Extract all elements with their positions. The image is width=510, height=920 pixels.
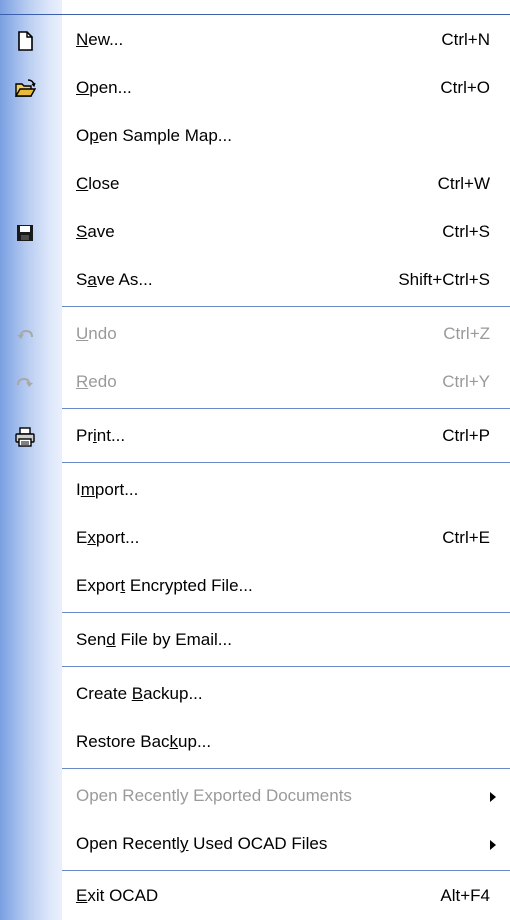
menu-separator bbox=[62, 612, 510, 613]
redo-arrow-icon bbox=[17, 377, 33, 387]
menu-separator bbox=[62, 462, 510, 463]
menu-item-restore-backup[interactable]: Restore Backup... bbox=[0, 718, 510, 766]
menu-item-label: Create Backup... bbox=[76, 684, 203, 703]
menu-item-label: Close bbox=[76, 174, 120, 193]
menu-item-shortcut: Ctrl+Y bbox=[442, 372, 490, 391]
menu-item-recent-ocad[interactable]: Open Recently Used OCAD Files bbox=[0, 820, 510, 868]
menu-item-label: Print... bbox=[76, 426, 126, 445]
menu-item-label: Save bbox=[76, 222, 115, 241]
menu-item-label: Save As... bbox=[76, 270, 153, 289]
menu-item-shortcut: Ctrl+W bbox=[437, 174, 490, 193]
menu-top-edge bbox=[0, 0, 510, 15]
menu-item-label: Open... bbox=[76, 78, 132, 97]
menu-separator bbox=[62, 306, 510, 307]
menu-item-print[interactable]: Print... Ctrl+P bbox=[0, 412, 510, 460]
menu-item-exit[interactable]: Exit OCAD Alt+F4 bbox=[0, 872, 510, 920]
submenu-arrow-icon bbox=[490, 840, 496, 850]
menu-item-send-email[interactable]: Send File by Email... bbox=[0, 616, 510, 664]
menu-item-open-sample-map[interactable]: Open Sample Map... bbox=[0, 112, 510, 160]
floppy-disk-icon bbox=[17, 225, 33, 241]
menu-item-label: Redo bbox=[76, 372, 117, 391]
menu-item-save[interactable]: Save Ctrl+S bbox=[0, 208, 510, 256]
menu-item-label: Undo bbox=[76, 324, 117, 343]
menu-item-label: Open Recently Exported Documents bbox=[76, 786, 352, 805]
menu-item-label: Import... bbox=[76, 480, 139, 499]
menu-item-label: Open Sample Map... bbox=[76, 126, 232, 145]
menu-item-shortcut: Ctrl+S bbox=[442, 222, 490, 241]
menu-item-shortcut: Ctrl+E bbox=[442, 528, 490, 547]
new-document-icon bbox=[18, 31, 33, 51]
menu-item-new[interactable]: New... Ctrl+N bbox=[0, 16, 510, 64]
menu-item-shortcut: Ctrl+O bbox=[440, 78, 490, 97]
menu-item-shortcut: Ctrl+Z bbox=[443, 324, 490, 343]
menu-item-label: Open Recently Used OCAD Files bbox=[76, 834, 328, 853]
menu-item-recent-exported[interactable]: Open Recently Exported Documents bbox=[0, 772, 510, 820]
menu-item-label: Export... bbox=[76, 528, 140, 547]
open-folder-icon bbox=[14, 79, 36, 97]
menu-item-shortcut: Alt+F4 bbox=[440, 886, 490, 905]
menu-item-export[interactable]: Export... Ctrl+E bbox=[0, 514, 510, 562]
menu-item-import[interactable]: Import... bbox=[0, 466, 510, 514]
menu-separator bbox=[62, 408, 510, 409]
menu-item-label: New... bbox=[76, 30, 124, 49]
menu-separator bbox=[62, 768, 510, 769]
submenu-arrow-icon bbox=[490, 792, 496, 802]
menu-separator bbox=[62, 870, 510, 871]
menu-item-label: Exit OCAD bbox=[76, 886, 159, 905]
menu-item-shortcut: Shift+Ctrl+S bbox=[398, 270, 490, 289]
undo-arrow-icon bbox=[17, 329, 33, 339]
file-menu: New... Ctrl+N Open... Ctrl+O Open Sample… bbox=[0, 0, 510, 920]
menu-item-label: Send File by Email... bbox=[76, 630, 232, 649]
menu-item-save-as[interactable]: Save As... Shift+Ctrl+S bbox=[0, 256, 510, 304]
printer-icon bbox=[15, 427, 35, 447]
menu-item-shortcut: Ctrl+N bbox=[441, 30, 490, 49]
menu-item-redo[interactable]: Redo Ctrl+Y bbox=[0, 358, 510, 406]
menu-item-open[interactable]: Open... Ctrl+O bbox=[0, 64, 510, 112]
menu-item-close[interactable]: Close Ctrl+W bbox=[0, 160, 510, 208]
menu-item-label: Export Encrypted File... bbox=[76, 576, 253, 595]
menu-item-label: Restore Backup... bbox=[76, 732, 212, 751]
menu-separator bbox=[62, 666, 510, 667]
menu-item-undo[interactable]: Undo Ctrl+Z bbox=[0, 310, 510, 358]
menu-item-export-encrypted[interactable]: Export Encrypted File... bbox=[0, 562, 510, 610]
menu-item-shortcut: Ctrl+P bbox=[442, 426, 490, 445]
menu-item-create-backup[interactable]: Create Backup... bbox=[0, 670, 510, 718]
